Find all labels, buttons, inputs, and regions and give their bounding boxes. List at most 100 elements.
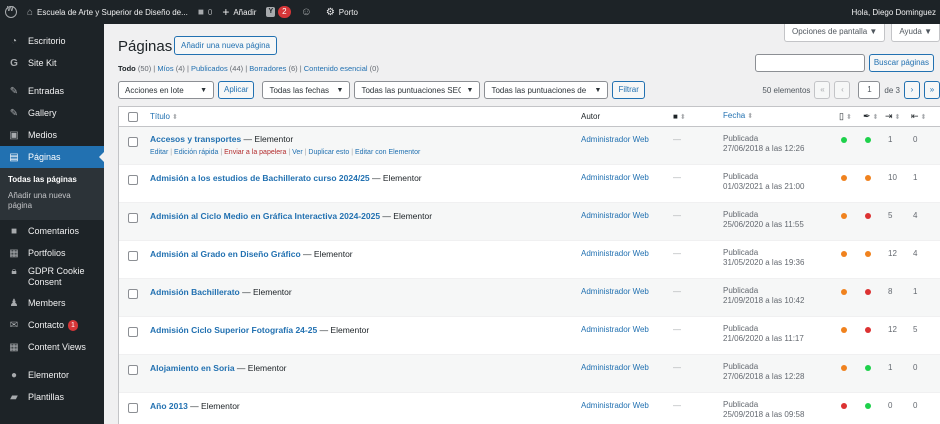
row-checkbox[interactable] xyxy=(128,137,138,147)
author-link[interactable]: Administrador Web xyxy=(581,363,649,372)
first-page-button: « xyxy=(814,81,831,99)
date: 27/06/2018 a las 12:28 xyxy=(723,372,805,381)
page-title-link[interactable]: Año 2013 xyxy=(150,401,188,411)
comments-count: 0 xyxy=(207,7,213,17)
table-row: Admisión Ciclo Superior Fotografía 24-25… xyxy=(119,317,940,355)
outgoing-links-icon[interactable]: ⇥ ⬍ xyxy=(885,111,900,122)
date-filter-select[interactable]: Todas las fechas ▼ xyxy=(262,81,351,99)
theme-link[interactable]: ⚙ Porto xyxy=(321,0,363,24)
view-essential[interactable]: Contenido esencial xyxy=(304,64,368,73)
page-title-link[interactable]: Alojamiento en Soria xyxy=(150,363,235,373)
tablenav: Acciones en lote ▼ Aplicar Todas las fech… xyxy=(118,80,940,100)
page-title-link[interactable]: Admisión Ciclo Superior Fotografía 24-25 xyxy=(150,325,317,335)
site-kit-icon: G xyxy=(10,57,18,69)
row-checkbox[interactable] xyxy=(128,289,138,299)
quick-edit-link[interactable]: Edición rápida xyxy=(174,149,218,156)
sidebar-item-site-kit[interactable]: G Site Kit xyxy=(0,52,104,74)
page-state: — Elementor xyxy=(234,363,287,373)
sidebar-item-content-views[interactable]: ▦ Content Views xyxy=(0,336,104,358)
search-input[interactable] xyxy=(754,54,865,72)
row-checkbox[interactable] xyxy=(128,365,138,375)
column-date-header[interactable]: Fecha ⬍ xyxy=(723,111,753,122)
author-link[interactable]: Administrador Web xyxy=(581,135,649,144)
author-link[interactable]: Administrador Web xyxy=(581,325,649,334)
incoming-links-icon[interactable]: ⇤ ⬍ xyxy=(911,111,926,122)
edit-link[interactable]: Editar xyxy=(150,149,168,156)
customize-link[interactable]: ☺ xyxy=(296,0,321,24)
help-button[interactable]: Ayuda ▼ xyxy=(891,24,940,42)
next-page-button[interactable]: › xyxy=(904,81,920,99)
site-name-link[interactable]: ⌂ Escuela de Arte y Superior de Diseño de… xyxy=(22,0,193,24)
readability-icon[interactable]: ✒ ⬍ xyxy=(863,111,878,122)
items-count: 50 elementos xyxy=(762,85,811,95)
seo-score-dot xyxy=(841,137,847,143)
sidebar-item-comentarios[interactable]: ■ Comentarios xyxy=(0,220,104,242)
bulk-actions-select[interactable]: Acciones en lote ▼ xyxy=(118,81,214,99)
column-title-header[interactable]: Título ⬍ xyxy=(150,112,178,121)
seo-score-dot xyxy=(841,175,847,181)
last-page-button[interactable]: » xyxy=(924,81,940,99)
readability-score-select[interactable]: Todas las puntuaciones de ▼ xyxy=(484,81,609,99)
add-new-page-button[interactable]: Añadir una nueva página xyxy=(174,36,277,55)
author-link[interactable]: Administrador Web xyxy=(581,173,649,182)
readability-dot xyxy=(865,327,871,333)
row-checkbox[interactable] xyxy=(128,327,138,337)
sidebar-item-contacto[interactable]: ✉ Contacto 1 xyxy=(0,314,104,336)
author-link[interactable]: Administrador Web xyxy=(581,287,649,296)
view-link[interactable]: Ver xyxy=(292,149,303,156)
sidebar-item-gallery[interactable]: ✎ Gallery xyxy=(0,102,104,124)
sidebar-item-entradas[interactable]: ✎ Entradas xyxy=(0,80,104,102)
screen-options-button[interactable]: Opciones de pantalla ▼ xyxy=(784,24,886,42)
seo-score-icon[interactable]: ▯ ⬍ xyxy=(839,111,852,122)
wordpress-logo-button[interactable] xyxy=(0,0,22,24)
column-comments-header[interactable]: ■ ⬍ xyxy=(673,112,686,121)
comments-link[interactable]: ■ 0 xyxy=(193,0,218,24)
sidebar-item-paginas[interactable]: ▤ Páginas xyxy=(0,146,104,168)
trash-link[interactable]: Enviar a la papelera xyxy=(224,149,286,156)
row-checkbox[interactable] xyxy=(128,213,138,223)
edit-elementor-link[interactable]: Editar con Elementor xyxy=(355,149,420,156)
page-title-link[interactable]: Admisión Bachillerato xyxy=(150,287,240,297)
row-checkbox[interactable] xyxy=(128,251,138,261)
author-link[interactable]: Administrador Web xyxy=(581,401,649,410)
row-checkbox[interactable] xyxy=(128,403,138,413)
duplicate-link[interactable]: Duplicar esto xyxy=(308,149,349,156)
comments-count: — xyxy=(673,401,681,410)
page-title-link[interactable]: Admisión al Grado en Diseño Gráfico xyxy=(150,249,301,259)
yoast-menu[interactable]: Y2 xyxy=(261,0,295,24)
add-new-menu[interactable]: + Añadir xyxy=(217,0,261,24)
page-title-link[interactable]: Accesos y transportes xyxy=(150,134,241,144)
page-title-link[interactable]: Admisión al Ciclo Medio en Gráfica Inter… xyxy=(150,211,380,221)
sidebar-item-escritorio[interactable]: ◔ Escritorio xyxy=(0,30,104,52)
apply-button[interactable]: Aplicar xyxy=(218,81,255,99)
status: Publicada xyxy=(723,210,759,219)
account-menu[interactable]: Hola, Diego Dominguez xyxy=(847,0,940,24)
view-published[interactable]: Publicados xyxy=(191,64,228,73)
submenu-all-pages[interactable]: Todas las páginas xyxy=(0,172,104,188)
filter-button[interactable]: Filtrar xyxy=(612,81,645,99)
submenu-add-new-page[interactable]: Añadir una nueva página xyxy=(0,188,104,214)
status: Publicada xyxy=(723,248,759,257)
sidebar-item-label: Content Views xyxy=(28,342,86,352)
search-pages-button[interactable]: Buscar páginas xyxy=(868,54,934,72)
sidebar-item-members[interactable]: ♟ Members xyxy=(0,292,104,314)
view-mine[interactable]: Míos xyxy=(157,64,173,73)
sidebar-item-portfolios[interactable]: ▦ Portfolios xyxy=(0,242,104,264)
author-link[interactable]: Administrador Web xyxy=(581,249,649,258)
sidebar-item-gdpr[interactable]: 🔒︎ GDPR Cookie Consent xyxy=(0,264,104,292)
sidebar-item-medios[interactable]: ▣ Medios xyxy=(0,124,104,146)
view-filters: Todo (50) | Míos (4) | Publicados (44) |… xyxy=(118,64,379,73)
view-all[interactable]: Todo xyxy=(118,64,136,73)
page-title-link[interactable]: Admisión a los estudios de Bachillerato … xyxy=(150,173,370,183)
author-link[interactable]: Administrador Web xyxy=(581,211,649,220)
pin-icon: ✎ xyxy=(9,85,19,97)
view-drafts[interactable]: Borradores xyxy=(249,64,286,73)
bulk-actions-label: Acciones en lote xyxy=(125,85,184,95)
select-all-checkbox[interactable] xyxy=(128,112,138,122)
current-page-input[interactable]: 1 xyxy=(858,81,881,99)
sidebar-item-plantillas[interactable]: ▰ Plantillas xyxy=(0,386,104,408)
sidebar-item-elementor[interactable]: ● Elementor xyxy=(0,364,104,386)
row-checkbox[interactable] xyxy=(128,175,138,185)
sort-icon: ⬍ xyxy=(872,114,879,121)
seo-score-select[interactable]: Todas las puntuaciones SEO ▼ xyxy=(354,81,481,99)
